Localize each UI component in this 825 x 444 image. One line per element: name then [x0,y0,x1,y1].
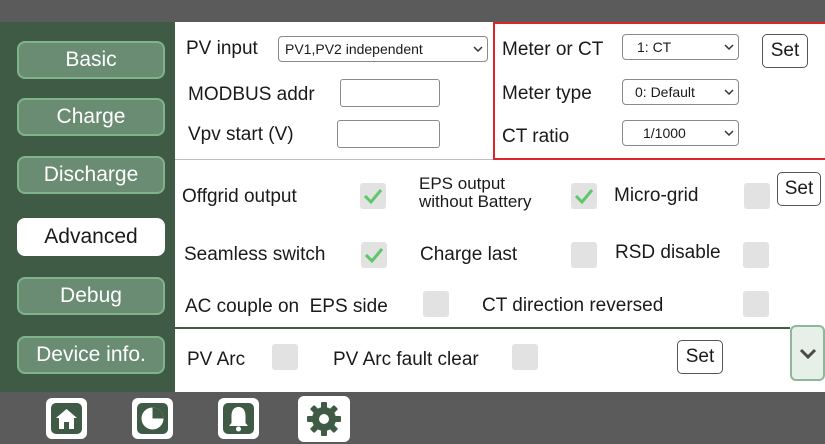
vpv-start-label: Vpv start (V) [188,124,294,145]
section-divider [175,327,790,329]
rsd-disable-checkbox[interactable] [743,242,769,268]
chevron-down-icon [720,43,738,51]
meter-type-select[interactable]: 0: Default [622,79,739,105]
meter-type-value: 0: Default [635,84,695,100]
pv-arc-label: PV Arc [187,349,246,370]
sidebar-item-label: Discharge [43,163,139,186]
micro-grid-label: Micro-grid [614,185,699,206]
tab-home[interactable] [46,398,87,439]
bottom-nav-bar [0,392,825,444]
vpv-start-input[interactable] [337,120,440,148]
chevron-down-icon [799,348,816,359]
sidebar-item-debug[interactable]: Debug [17,277,165,315]
chevron-down-icon [720,129,738,137]
gear-icon [307,402,341,436]
rsd-disable-label: RSD disable [615,242,721,263]
tab-statistics[interactable] [132,398,173,439]
sidebar-item-label: Basic [65,48,117,71]
pv-input-select[interactable]: PV1,PV2 independent [278,36,488,62]
top-status-bar [0,0,825,22]
sidebar-item-advanced[interactable]: Advanced [17,218,165,256]
sidebar: Basic Charge Discharge Advanced Debug De… [0,22,175,392]
check-icon [574,189,594,204]
pie-chart-icon [132,398,173,439]
chevron-down-icon [469,45,487,53]
offgrid-output-label: Offgrid output [182,186,297,207]
sidebar-item-label: Advanced [44,225,138,248]
sidebar-item-device-info[interactable]: Device info. [17,336,165,374]
modbus-addr-label: MODBUS addr [188,84,315,105]
ct-ratio-value: 1/1000 [643,125,686,141]
tab-settings[interactable] [298,396,350,442]
section-divider [175,159,493,160]
ct-ratio-label: CT ratio [502,126,570,147]
modbus-addr-input[interactable] [340,79,440,107]
sidebar-item-charge[interactable]: Charge [17,98,165,136]
sidebar-item-discharge[interactable]: Discharge [17,156,165,194]
pv-input-value: PV1,PV2 independent [285,41,423,57]
offgrid-output-checkbox[interactable] [360,183,386,209]
sidebar-item-label: Charge [56,105,126,128]
pv-arc-checkbox[interactable] [272,344,298,370]
ac-couple-checkbox[interactable] [423,291,449,317]
ct-direction-checkbox[interactable] [743,291,769,317]
sidebar-item-label: Debug [60,284,122,307]
home-icon [46,398,87,439]
bell-icon [218,398,259,439]
scroll-down-button[interactable] [790,325,825,381]
meter-type-label: Meter type [502,83,592,104]
check-icon [363,189,383,204]
sidebar-item-label: Device info. [36,343,146,366]
ct-ratio-select[interactable]: 1/1000 [622,120,739,146]
check-icon [364,248,384,263]
chevron-down-icon [720,88,738,96]
ct-direction-label: CT direction reversed [482,295,664,316]
meter-set-button[interactable]: Set [762,34,808,68]
meter-or-ct-select[interactable]: 1: CT [622,34,739,60]
meter-or-ct-label: Meter or CT [502,39,604,60]
charge-last-label: Charge last [420,244,518,265]
sidebar-item-basic[interactable]: Basic [17,41,165,79]
charge-last-checkbox[interactable] [571,242,597,268]
eps-output-checkbox[interactable] [571,183,597,209]
micro-grid-checkbox[interactable] [744,183,770,209]
arc-set-button[interactable]: Set [677,340,723,374]
seamless-switch-checkbox[interactable] [361,242,387,268]
meter-or-ct-value: 1: CT [637,39,672,55]
ac-couple-label: AC couple on EPS side [185,296,388,317]
options-set-button[interactable]: Set [777,172,821,206]
pv-arc-fault-clear-label: PV Arc fault clear [333,349,479,370]
pv-arc-fault-clear-checkbox[interactable] [512,344,538,370]
eps-output-label: EPS output without Battery [419,174,532,211]
pv-input-label: PV input [186,38,258,59]
seamless-switch-label: Seamless switch [184,244,326,265]
tab-alarms[interactable] [218,398,259,439]
